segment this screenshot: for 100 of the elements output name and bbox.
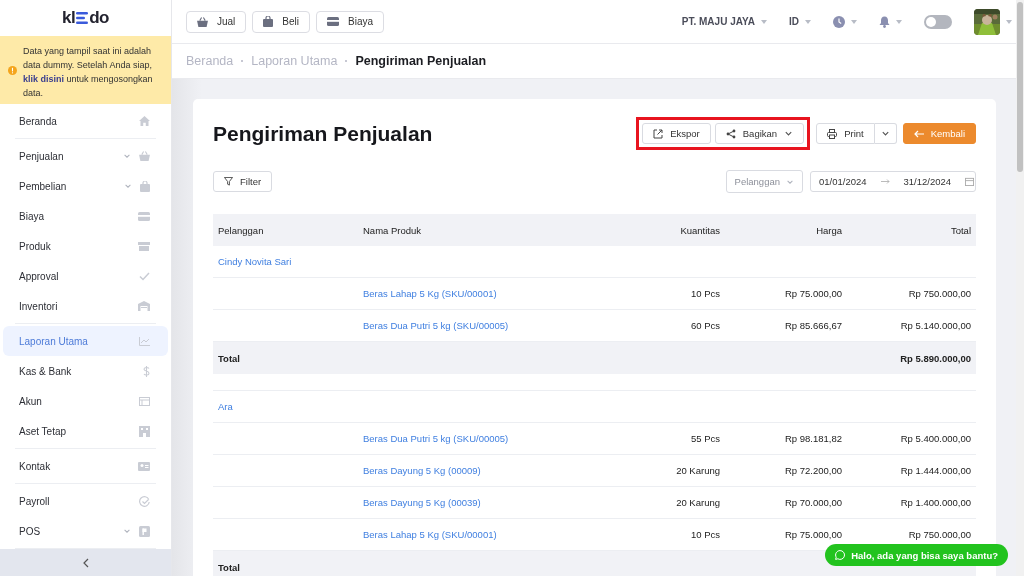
table-cell: Rp 70.000,00	[784, 497, 842, 508]
product-link[interactable]: Beras Dayung 5 Kg (00039)	[363, 497, 481, 508]
product-link[interactable]: Beras Lahap 5 Kg (SKU/00001)	[363, 288, 497, 299]
report-title: Pengiriman Penjualan	[213, 121, 433, 146]
ledger-icon	[139, 396, 150, 406]
sidebar-item[interactable]: Inventori	[3, 291, 168, 321]
total-amount: Rp 5.890.000,00	[900, 352, 971, 364]
column-header: Kuantitas	[680, 224, 720, 236]
box-icon	[138, 241, 150, 251]
table-cell: Rp 750.000,00	[908, 529, 971, 540]
product-link[interactable]: Beras Dua Putri 5 kg (SKU/00005)	[363, 433, 509, 444]
sidebar-item[interactable]: Akun	[3, 386, 168, 416]
language-switcher[interactable]: ID	[789, 16, 799, 27]
sidebar-item[interactable]: Penjualan	[3, 141, 168, 171]
warning-icon	[8, 66, 17, 75]
table-cell: 10 Pcs	[690, 288, 720, 299]
quick-add-button[interactable]: Jual	[186, 10, 247, 33]
bag-icon	[263, 16, 274, 27]
customer-link[interactable]: Cindy Novita Sari	[218, 256, 292, 267]
sidebar-item[interactable]: Beranda	[3, 106, 168, 136]
sidebar-item[interactable]: Biaya	[3, 201, 168, 231]
clock-icon	[833, 15, 845, 28]
dollar-icon	[143, 365, 150, 377]
caret-icon	[851, 19, 857, 24]
table-cell: Rp 1.444.000,00	[900, 465, 971, 476]
table-cell: Rp 750.000,00	[908, 288, 971, 299]
total-label: Total	[218, 352, 240, 364]
table-cell: 10 Pcs	[690, 529, 720, 540]
funnel-icon	[224, 177, 233, 186]
customer-link[interactable]: Ara	[218, 401, 233, 412]
arrow-left-icon	[913, 129, 924, 138]
quick-add-button[interactable]: Biaya	[316, 10, 385, 33]
register-icon	[139, 525, 150, 537]
caret-icon	[1006, 19, 1012, 24]
sidebar-item[interactable]: Payroll	[3, 486, 168, 516]
chevron-down-icon	[784, 129, 794, 138]
sidebar-item[interactable]: Kas & Bank	[3, 356, 168, 386]
card-icon	[327, 17, 340, 26]
company-switcher[interactable]: PT. MAJU JAYA	[681, 16, 755, 27]
table-cell: Rp 75.000,00	[784, 288, 842, 299]
notice-text: Data yang tampil saat ini adalah data dummy. Setelah Anda siap, klik disini untuk mengosongkan data.	[23, 45, 154, 100]
table-cell: Rp 72.200,00	[784, 465, 842, 476]
product-link[interactable]: Beras Dayung 5 Kg (00009)	[363, 465, 481, 476]
dark-mode-toggle[interactable]	[924, 14, 952, 29]
caret-icon	[761, 19, 767, 24]
sidebar-item[interactable]: Produk	[3, 231, 168, 261]
warehouse-icon	[138, 301, 150, 311]
sidebar-item[interactable]: POS	[3, 516, 168, 546]
sidebar-item[interactable]: Pembelian	[3, 171, 168, 201]
sidebar-item[interactable]: Laporan Utama	[3, 326, 168, 356]
circle-check-icon	[139, 495, 150, 507]
bag-icon	[140, 180, 150, 192]
contact-card-icon	[138, 461, 150, 471]
calendar-icon	[965, 177, 975, 186]
building-icon	[139, 425, 150, 437]
column-header: Pelanggan	[218, 224, 264, 236]
table-cell: Rp 98.181,82	[784, 433, 842, 444]
printer-icon	[827, 128, 838, 139]
clear-data-link[interactable]: klik disini	[23, 74, 64, 84]
logo-text: do	[89, 8, 109, 28]
basket-icon	[197, 16, 208, 27]
table-cell: Rp 75.000,00	[784, 529, 842, 540]
table-cell: 20 Karung	[676, 465, 720, 476]
page-title: Pengiriman Penjualan	[355, 54, 487, 68]
chat-bubble-icon	[835, 550, 846, 560]
column-header: Harga	[816, 224, 842, 236]
product-link[interactable]: Beras Lahap 5 Kg (SKU/00001)	[363, 529, 497, 540]
table-cell: 20 Karung	[676, 497, 720, 508]
bell-icon	[879, 15, 890, 28]
logo-mark-icon	[76, 12, 89, 24]
caret-icon	[805, 19, 811, 24]
chevron-left-icon	[81, 557, 90, 568]
logo-text: kl	[62, 8, 76, 28]
table-cell: 55 Pcs	[690, 433, 720, 444]
date-range-field[interactable]: 01/01/2024 31/12/2024	[810, 171, 976, 192]
scrollbar[interactable]	[1016, 0, 1024, 576]
chart-icon	[139, 336, 150, 346]
sidebar-item[interactable]: Kontak	[3, 451, 168, 481]
export-icon	[653, 128, 664, 139]
basket-icon	[139, 151, 150, 161]
export-button[interactable]: Ekspor	[642, 123, 711, 144]
table-cell: Rp 5.140.000,00	[900, 320, 971, 331]
column-header: Total	[950, 224, 971, 236]
quick-add-button[interactable]: Beli	[252, 10, 311, 33]
sidebar-item[interactable]: Approval	[3, 261, 168, 291]
collapse-button[interactable]	[0, 549, 171, 576]
total-label: Total	[218, 561, 240, 573]
filter-button[interactable]: Filter	[213, 171, 273, 192]
table-cell: 60 Pcs	[690, 320, 720, 331]
table-cell: Rp 1.400.000,00	[900, 497, 971, 508]
sidebar-item[interactable]: Aset Tetap	[3, 416, 168, 446]
table-cell: Rp 5.400.000,00	[900, 433, 971, 444]
print-button[interactable]: Print	[816, 123, 875, 144]
product-link[interactable]: Beras Dua Putri 5 kg (SKU/00005)	[363, 320, 509, 331]
check-icon	[139, 271, 150, 281]
share-button[interactable]: Bagikan	[714, 123, 805, 144]
print-options-button[interactable]	[874, 123, 897, 144]
table-cell: Rp 85.666,67	[784, 320, 842, 331]
chevron-down-icon	[880, 129, 890, 138]
house-icon	[139, 116, 150, 126]
